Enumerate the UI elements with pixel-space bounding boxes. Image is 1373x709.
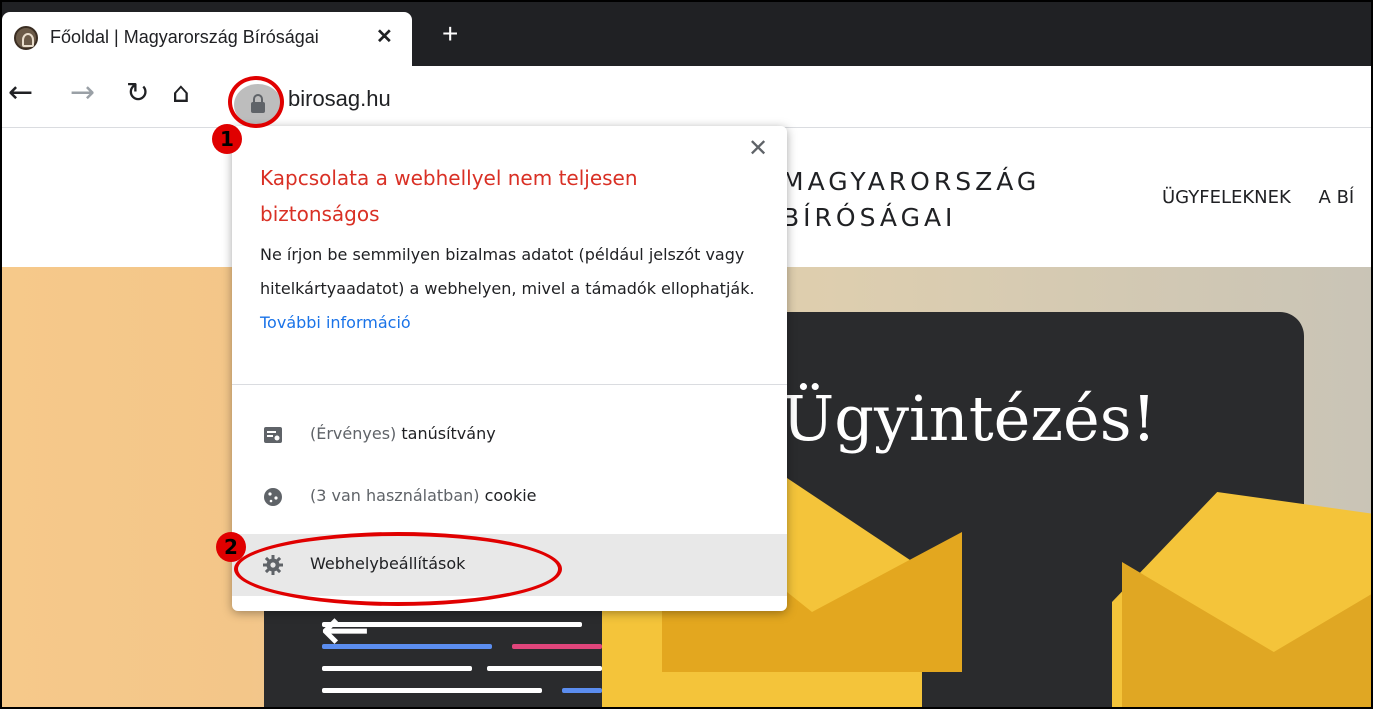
site-brand[interactable]: MAGYARORSZÁG BÍRÓSÁGAI (782, 164, 1040, 236)
code-line (322, 622, 582, 627)
code-line (562, 688, 602, 693)
menu-item-muted: (3 van használatban) (310, 486, 480, 505)
popup-title: Kapcsolata a webhellyel nem teljesen biz… (260, 166, 638, 226)
annotation-ring-lock (228, 76, 284, 128)
menu-item-label: (3 van használatban) cookie (310, 486, 537, 505)
certificate-icon (264, 427, 282, 443)
menu-item-muted: (Érvényes) (310, 424, 397, 443)
tab-close-icon[interactable]: ✕ (376, 24, 393, 49)
forward-arrow-icon[interactable]: → (70, 78, 95, 108)
menu-item-label: (Érvényes) tanúsítvány (310, 424, 496, 443)
screenshot-frame: Főoldal | Magyarország Bíróságai ✕ + ← →… (0, 0, 1373, 709)
brand-line-2: BÍRÓSÁGAI (782, 203, 957, 232)
new-tab-button[interactable]: + (442, 20, 458, 48)
url-text[interactable]: birosag.hu (288, 86, 391, 112)
close-icon[interactable]: ✕ (748, 134, 768, 162)
browser-tab[interactable]: Főoldal | Magyarország Bíróságai ✕ (2, 12, 412, 66)
menu-item-certificate[interactable]: (Érvényes) tanúsítvány (232, 404, 787, 466)
code-line (487, 666, 602, 671)
back-arrow-icon[interactable]: ← (8, 78, 33, 108)
annotation-badge-2: 2 (216, 532, 246, 562)
toolbar: ← → ↻ ⌂ (2, 66, 1371, 128)
menu-item-cookies[interactable]: (3 van használatban) cookie (232, 466, 787, 528)
popup-body-text: Ne írjon be semmilyen bizalmas adatot (p… (260, 245, 755, 298)
code-lines-illustration (322, 612, 602, 707)
reload-icon[interactable]: ↻ (126, 78, 149, 108)
code-line (512, 644, 602, 649)
brand-line-1: MAGYARORSZÁG (782, 167, 1041, 196)
code-line (322, 688, 542, 693)
hero-text: Ügyintézés! (782, 382, 1157, 455)
tab-strip: Főoldal | Magyarország Bíróságai ✕ + (2, 2, 1371, 66)
annotation-ring-settings (234, 532, 562, 606)
divider (232, 384, 787, 385)
code-line (322, 666, 472, 671)
more-info-link[interactable]: További információ (260, 313, 411, 332)
address-bar[interactable] (232, 74, 1371, 118)
home-icon[interactable]: ⌂ (172, 78, 190, 108)
nav-link-courts[interactable]: A BÍ (1319, 187, 1355, 208)
annotation-badge-1: 1 (212, 124, 242, 154)
menu-item-text: cookie (484, 486, 537, 505)
tab-title: Főoldal | Magyarország Bíróságai (50, 27, 319, 47)
code-line (322, 644, 492, 649)
menu-item-text: tanúsítvány (401, 424, 496, 443)
cookie-icon (264, 488, 282, 506)
site-nav: ÜGYFELEKNEK A BÍ (1162, 187, 1371, 208)
court-logo-icon (14, 26, 38, 50)
nav-link-clients[interactable]: ÜGYFELEKNEK (1162, 187, 1291, 208)
popup-body: Ne írjon be semmilyen bizalmas adatot (p… (260, 238, 760, 340)
